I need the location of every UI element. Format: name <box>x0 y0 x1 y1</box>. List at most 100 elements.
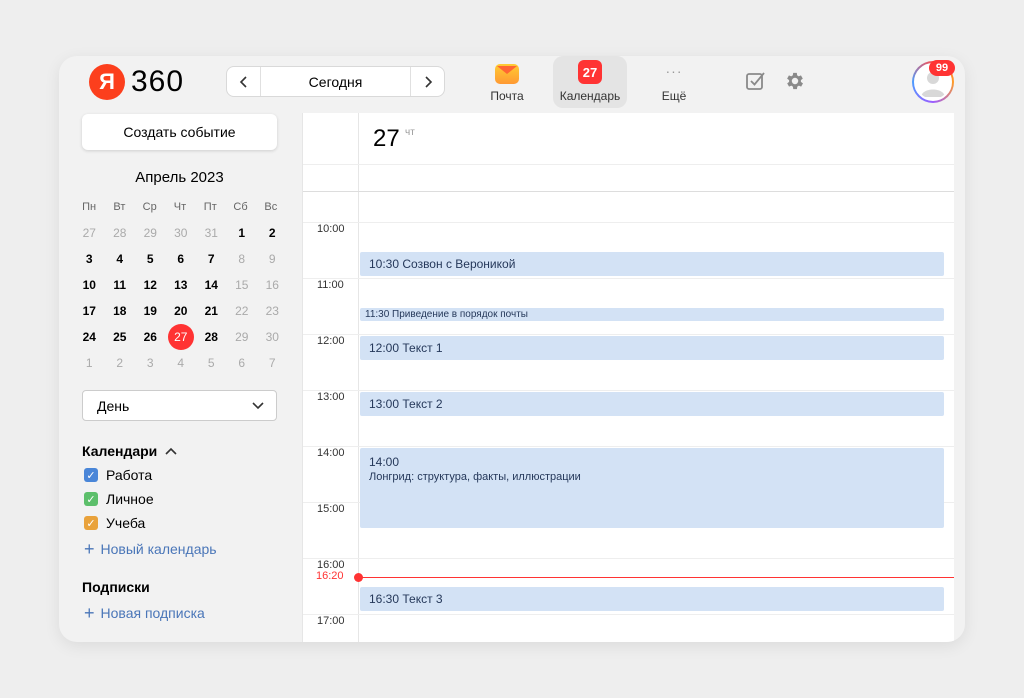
event-longread[interactable]: 14:00 Лонгрид: структура, факты, иллюстр… <box>360 448 944 528</box>
event-mail-cleanup[interactable]: 11:30 Приведение в порядок почты <box>360 308 944 321</box>
new-subscription-label: Новая подписка <box>100 605 205 621</box>
event-text-2[interactable]: 13:00 Текст 2 <box>360 392 944 416</box>
mini-calendar-day[interactable]: 18 <box>105 298 136 324</box>
tasks-button[interactable] <box>745 70 767 92</box>
mini-calendar-day[interactable]: 4 <box>105 246 136 272</box>
create-event-button[interactable]: Создать событие <box>82 114 277 150</box>
mini-calendar-day[interactable]: 30 <box>257 324 288 350</box>
event-call-veronika[interactable]: 10:30 Созвон с Вероникой <box>360 252 944 276</box>
mini-calendar-day[interactable]: 27 <box>74 220 105 246</box>
mini-calendar-today[interactable]: 27 <box>166 324 197 350</box>
mini-calendar-day[interactable]: 28 <box>105 220 136 246</box>
today-button[interactable]: Сегодня <box>261 67 410 96</box>
mini-calendar-day[interactable]: 21 <box>196 298 227 324</box>
checkbox-checked-icon[interactable]: ✓ <box>84 516 98 530</box>
mini-calendar-day[interactable]: 3 <box>135 350 166 376</box>
mini-calendar-day[interactable]: 14 <box>196 272 227 298</box>
next-button[interactable] <box>410 67 444 96</box>
settings-button[interactable] <box>784 70 806 92</box>
checkbox-checked-icon[interactable]: ✓ <box>84 492 98 506</box>
day-number: 1 <box>85 356 93 370</box>
day-number: 21 <box>204 304 218 318</box>
mini-calendar-day[interactable]: 15 <box>227 272 258 298</box>
event-title: 16:30 Текст 3 <box>369 592 443 606</box>
mini-calendar-day[interactable]: 17 <box>74 298 105 324</box>
checkbox-checked-icon[interactable]: ✓ <box>84 468 98 482</box>
day-number: 30 <box>174 226 188 240</box>
day-number: 7 <box>207 252 215 266</box>
hour-line <box>303 278 954 279</box>
weekday-label: Вс <box>264 201 278 213</box>
mini-calendar-weekdays: Пн Вт Ср Чт Пт Сб Вс <box>74 201 286 213</box>
hour-label: 14:00 <box>317 447 345 459</box>
app-calendar[interactable]: 27 Календарь <box>553 56 627 108</box>
mini-calendar-day[interactable]: 7 <box>257 350 288 376</box>
mini-calendar-day[interactable]: 10 <box>74 272 105 298</box>
mini-calendar-day[interactable]: 22 <box>227 298 258 324</box>
day-number: 20 <box>174 304 188 318</box>
mini-calendar-day[interactable]: 5 <box>135 246 166 272</box>
chevron-left-icon <box>239 75 247 88</box>
app-more[interactable]: ··· Ещё <box>637 56 711 108</box>
mini-calendar-day[interactable]: 4 <box>166 350 197 376</box>
mini-calendar-day[interactable]: 28 <box>196 324 227 350</box>
mini-calendar-day[interactable]: 6 <box>227 350 258 376</box>
event-text-3[interactable]: 16:30 Текст 3 <box>360 587 944 611</box>
app-mail-label: Почта <box>490 89 524 103</box>
day-number: 14 <box>204 278 218 292</box>
mini-calendar-day[interactable]: 2 <box>257 220 288 246</box>
mini-calendar-day[interactable]: 1 <box>227 220 258 246</box>
day-number: 18 <box>113 304 127 318</box>
mini-calendar-day[interactable]: 5 <box>196 350 227 376</box>
day-number: 3 <box>85 252 93 266</box>
day-number: 12 <box>143 278 157 292</box>
mini-calendar-day[interactable]: 12 <box>135 272 166 298</box>
day-number: 11 <box>113 278 127 292</box>
new-calendar-link[interactable]: + Новый календарь <box>84 540 217 558</box>
chevron-up-icon <box>165 447 177 455</box>
calendar-item-study[interactable]: ✓ Учеба <box>84 515 145 531</box>
day-number[interactable]: 27 <box>373 125 400 153</box>
mini-calendar-day[interactable]: 11 <box>105 272 136 298</box>
header-separator <box>303 191 954 192</box>
app-calendar-label: Календарь <box>559 89 621 103</box>
hour-line <box>303 446 954 447</box>
mini-calendar-day[interactable]: 6 <box>166 246 197 272</box>
calendar-window: Я 360 Сегодня Почта 27 Календарь ··· Ещё <box>59 56 965 642</box>
gear-icon <box>787 72 803 90</box>
calendar-icon: 27 <box>578 60 602 84</box>
calendar-item-work[interactable]: ✓ Работа <box>84 467 152 483</box>
event-text-1[interactable]: 12:00 Текст 1 <box>360 336 944 360</box>
event-title: 12:00 Текст 1 <box>369 341 443 355</box>
mini-calendar-day[interactable]: 8 <box>227 246 258 272</box>
mini-calendar-day[interactable]: 2 <box>105 350 136 376</box>
app-mail[interactable]: Почта <box>470 56 544 108</box>
mini-calendar-day[interactable]: 29 <box>227 324 258 350</box>
weekday-label: Пт <box>203 201 217 213</box>
mini-calendar-day[interactable]: 1 <box>74 350 105 376</box>
day-number: 6 <box>238 356 246 370</box>
new-calendar-label: Новый календарь <box>100 541 217 557</box>
mini-calendar-day[interactable]: 23 <box>257 298 288 324</box>
mini-calendar-day[interactable]: 30 <box>166 220 197 246</box>
mini-calendar-day[interactable]: 31 <box>196 220 227 246</box>
mini-calendar-day[interactable]: 25 <box>105 324 136 350</box>
calendars-toggle[interactable]: Календари <box>82 443 177 459</box>
mini-calendar-day[interactable]: 16 <box>257 272 288 298</box>
mini-calendar-day[interactable]: 20 <box>166 298 197 324</box>
mini-calendar-day[interactable]: 29 <box>135 220 166 246</box>
prev-button[interactable] <box>227 67 261 96</box>
mail-icon <box>495 64 519 84</box>
mini-calendar-day[interactable]: 24 <box>74 324 105 350</box>
mini-calendar-day[interactable]: 26 <box>135 324 166 350</box>
mini-calendar-day[interactable]: 7 <box>196 246 227 272</box>
mini-calendar-day[interactable]: 9 <box>257 246 288 272</box>
yandex-360-logo[interactable]: Я 360 <box>89 64 184 100</box>
day-number: 23 <box>265 304 279 318</box>
mini-calendar-day[interactable]: 3 <box>74 246 105 272</box>
new-subscription-link[interactable]: + Новая подписка <box>84 604 205 622</box>
mini-calendar-day[interactable]: 19 <box>135 298 166 324</box>
mini-calendar-day[interactable]: 13 <box>166 272 197 298</box>
view-select[interactable]: День <box>82 390 277 421</box>
calendar-item-personal[interactable]: ✓ Личное <box>84 491 154 507</box>
